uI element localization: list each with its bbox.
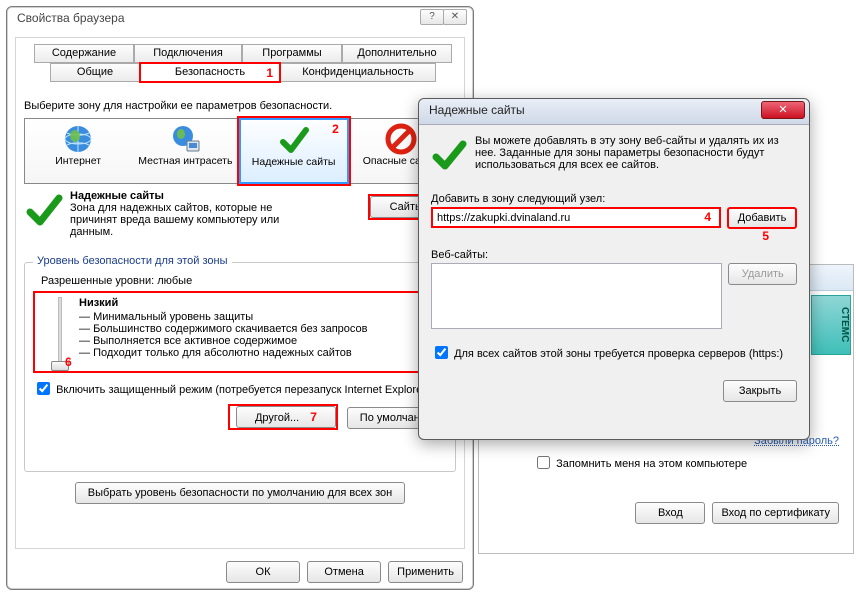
- add-site-input[interactable]: [431, 207, 721, 228]
- level-item: Выполняется все активное содержимое: [79, 335, 437, 347]
- close-button[interactable]: ✕: [443, 9, 467, 25]
- tab-security[interactable]: Безопасность 1: [140, 63, 280, 82]
- remember-me-label: Запомнить меня на этом компьютере: [556, 458, 747, 470]
- security-zones-strip: Интернет Местная интрасеть 2 Надежные са…: [24, 118, 456, 184]
- tab-connections[interactable]: Подключения: [134, 44, 242, 63]
- marker-6: 6: [65, 355, 72, 369]
- allowed-levels-text: Разрешенные уровни: любые: [41, 275, 447, 287]
- tab-row-upper: Содержание Подключения Программы Дополни…: [16, 44, 464, 64]
- require-https-row[interactable]: Для всех сайтов этой зоны требуется пров…: [431, 343, 797, 362]
- zone-intranet[interactable]: Местная интрасеть: [132, 119, 239, 183]
- trusted-sites-dialog: Надежные сайты ✕ Вы можете добавлять в э…: [418, 98, 810, 440]
- zone-internet[interactable]: Интернет: [25, 119, 132, 183]
- apply-button[interactable]: Применить: [388, 561, 463, 583]
- level-item: Минимальный уровень защиты: [79, 311, 437, 323]
- forbidden-icon: [385, 123, 417, 155]
- tab-general[interactable]: Общие: [50, 63, 140, 82]
- internet-properties-dialog: Свойства браузера ? ✕ Содержание Подключ…: [6, 6, 474, 590]
- dialog-titlebar: Свойства браузера ? ✕: [7, 7, 473, 31]
- add-site-label: Добавить в зону следующий узел:: [431, 193, 797, 205]
- login-button[interactable]: Вход: [635, 502, 705, 524]
- zone-select-prompt: Выберите зону для настройки ее параметро…: [24, 100, 456, 112]
- protected-mode-label: Включить защищенный режим (потребуется п…: [56, 384, 429, 396]
- marker-4: 4: [704, 210, 711, 224]
- group-legend: Уровень безопасности для этой зоны: [33, 255, 232, 267]
- checkmark-large-icon: [24, 190, 64, 230]
- trusted-intro: Вы можете добавлять в эту зону веб-сайты…: [431, 135, 797, 183]
- websites-list-label: Веб-сайты:: [431, 249, 797, 261]
- require-https-checkbox[interactable]: [435, 346, 448, 359]
- remember-me-row[interactable]: Запомнить меня на этом компьютере: [533, 453, 839, 472]
- dialog-footer: ОК Отмена Применить: [7, 561, 473, 583]
- checkmark-icon: [278, 124, 310, 156]
- zone-intranet-label: Местная интрасеть: [132, 156, 238, 167]
- security-level-group: Уровень безопасности для этой зоны Разре…: [24, 262, 456, 472]
- websites-listbox[interactable]: [431, 263, 722, 329]
- marker-7: 7: [310, 410, 317, 424]
- dialog-body: Содержание Подключения Программы Дополни…: [15, 37, 465, 549]
- checkmark-icon: [431, 137, 467, 173]
- tab-privacy[interactable]: Конфиденциальность: [280, 63, 436, 82]
- level-details-list: Минимальный уровень защиты Большинство с…: [79, 311, 437, 359]
- reset-all-zones-button[interactable]: Выбрать уровень безопасности по умолчани…: [75, 482, 405, 504]
- protected-mode-row[interactable]: Включить защищенный режим (потребуется п…: [33, 379, 447, 398]
- dialog-title: Свойства браузера: [17, 11, 125, 25]
- trusted-intro-text: Вы можете добавлять в эту зону веб-сайты…: [475, 135, 779, 171]
- remember-me-checkbox[interactable]: [537, 456, 550, 469]
- help-button[interactable]: ?: [420, 9, 444, 25]
- tab-programs[interactable]: Программы: [242, 44, 342, 63]
- tab-content[interactable]: Содержание: [34, 44, 134, 63]
- zone-trusted[interactable]: 2 Надежные сайты: [239, 118, 349, 184]
- marker-1: 1: [266, 65, 273, 82]
- trusted-dialog-title: Надежные сайты: [429, 103, 525, 117]
- tab-advanced[interactable]: Дополнительно: [342, 44, 452, 63]
- zone-internet-label: Интернет: [25, 156, 131, 167]
- login-cert-button[interactable]: Вход по сертификату: [712, 502, 839, 524]
- zone-desc-text: Зона для надежных сайтов, которые не при…: [70, 202, 300, 238]
- background-brand-strip: СТЕМС: [811, 295, 851, 355]
- intranet-icon: [169, 123, 201, 155]
- security-slider-track[interactable]: [58, 297, 62, 367]
- remove-site-button[interactable]: Удалить: [728, 263, 797, 285]
- protected-mode-checkbox[interactable]: [37, 382, 50, 395]
- ok-button[interactable]: ОК: [226, 561, 300, 583]
- level-item: Большинство содержимого скачивается без …: [79, 323, 437, 335]
- globe-icon: [62, 123, 94, 155]
- zone-trusted-label: Надежные сайты: [241, 157, 347, 168]
- require-https-label: Для всех сайтов этой зоны требуется пров…: [454, 348, 783, 360]
- level-name: Низкий: [79, 297, 437, 309]
- tab-security-label: Безопасность: [175, 66, 245, 78]
- trusted-close-button[interactable]: ✕: [761, 101, 805, 119]
- custom-level-button[interactable]: Другой... 7: [236, 406, 336, 428]
- marker-5: 5: [762, 229, 769, 243]
- trusted-close-footer-button[interactable]: Закрыть: [723, 380, 797, 402]
- level-item: Подходит только для абсолютно надежных с…: [79, 347, 437, 359]
- add-site-button[interactable]: Добавить: [727, 207, 797, 229]
- marker-2: 2: [332, 122, 339, 136]
- custom-level-label: Другой...: [255, 412, 299, 424]
- tab-row-lower: Общие Безопасность 1 Конфиденциальность: [16, 63, 464, 83]
- zone-description: Надежные сайты Зона для надежных сайтов,…: [24, 190, 456, 250]
- cancel-button[interactable]: Отмена: [307, 561, 381, 583]
- trusted-dialog-titlebar: Надежные сайты ✕: [419, 99, 809, 125]
